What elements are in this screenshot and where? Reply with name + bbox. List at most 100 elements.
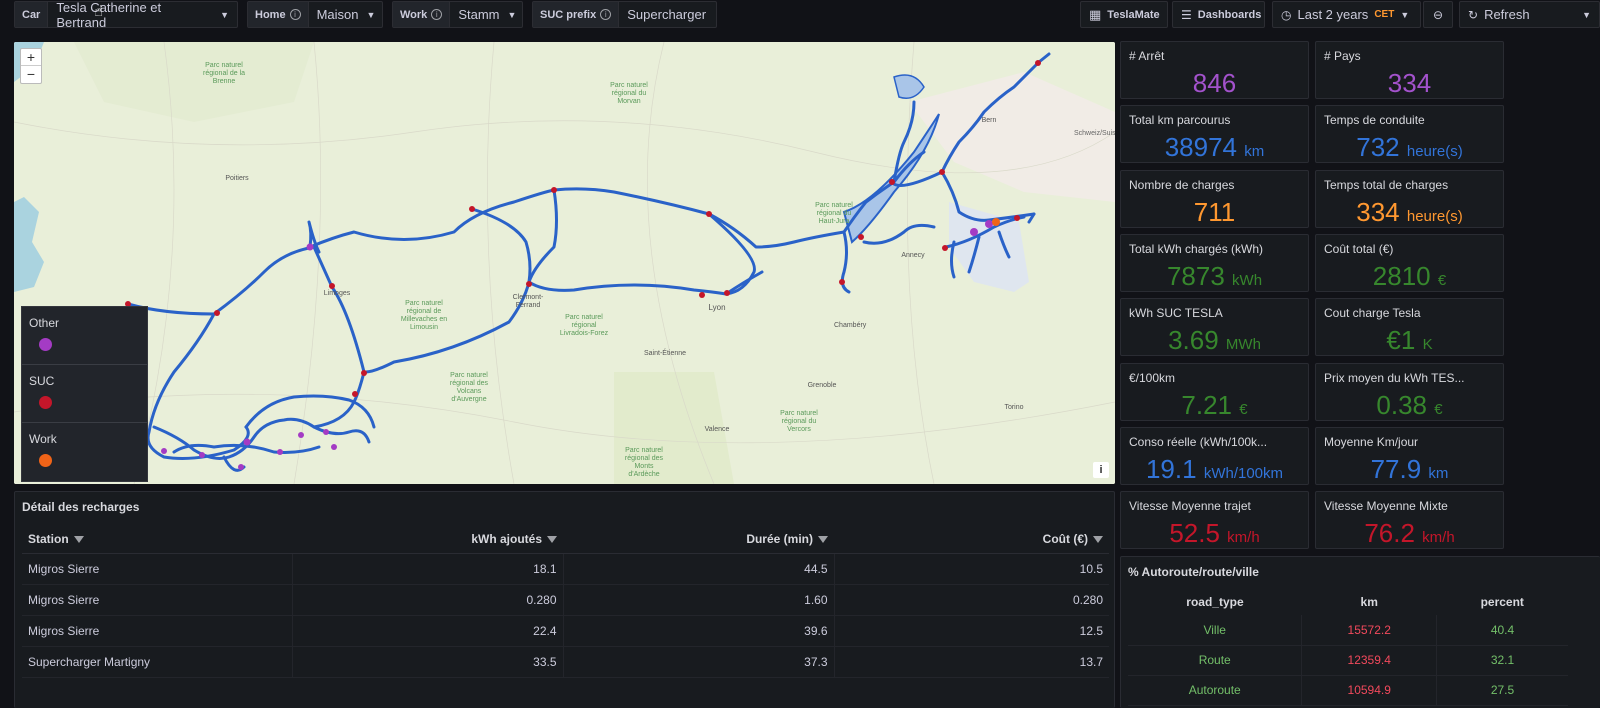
legend-dot bbox=[39, 454, 52, 467]
suc-prefix-variable[interactable]: SUC prefix i Supercharger bbox=[532, 1, 717, 28]
map-label: Parc naturel régional du Morvan bbox=[610, 82, 648, 105]
map-label: Valence bbox=[704, 426, 730, 433]
column-label: Coût (€) bbox=[1042, 531, 1088, 546]
chevron-down-icon[interactable]: ▼ bbox=[220, 10, 229, 20]
car-variable[interactable]: Car Tesla Catherine et Bertrand ▼ bbox=[14, 0, 238, 30]
table-row[interactable]: Migros Sierre 18.1 44.5 10.5 bbox=[22, 553, 1109, 585]
home-label: Home bbox=[255, 8, 286, 21]
zoom-out-button[interactable]: − bbox=[21, 66, 41, 83]
stat-title: Moyenne Km/jour bbox=[1324, 434, 1419, 449]
car-select-value[interactable]: Tesla Catherine et Bertrand bbox=[56, 0, 212, 30]
stat-number: 846 bbox=[1192, 68, 1237, 98]
table-cell: Migros Sierre bbox=[22, 553, 292, 585]
car-label: Car bbox=[15, 2, 49, 27]
map-label: Poitiers bbox=[225, 175, 249, 182]
table-cell: 37.3 bbox=[562, 646, 834, 678]
stat-panel: Nombre de charges 711 bbox=[1120, 169, 1309, 228]
column-header-road-type[interactable]: road_type bbox=[1128, 589, 1302, 615]
refresh-button[interactable]: ↻ Refresh ▼ bbox=[1459, 1, 1600, 28]
work-select-value[interactable]: Stamm bbox=[458, 7, 499, 22]
filter-icon[interactable] bbox=[1093, 536, 1103, 544]
stat-value: 711 bbox=[1121, 197, 1308, 228]
info-icon[interactable]: i bbox=[289, 9, 301, 20]
stat-value: 7.21 € bbox=[1121, 390, 1308, 421]
filter-icon[interactable] bbox=[818, 536, 828, 544]
work-label: Work bbox=[400, 8, 428, 21]
work-variable[interactable]: Work i Stamm ▼ bbox=[392, 1, 523, 28]
stat-panel: €/100km 7.21 € bbox=[1120, 362, 1309, 421]
map-canvas[interactable] bbox=[14, 42, 1115, 484]
legend-label: SUC bbox=[29, 374, 55, 388]
suc-prefix-input[interactable]: Supercharger bbox=[627, 7, 706, 22]
column-header-cout[interactable]: Coût (€) bbox=[834, 525, 1109, 554]
filter-icon[interactable] bbox=[547, 536, 557, 544]
home-variable[interactable]: Home i Maison ▼ bbox=[247, 1, 383, 28]
info-icon[interactable]: i bbox=[431, 9, 443, 20]
table-row[interactable]: Migros Sierre 22.4 39.6 12.5 bbox=[22, 615, 1109, 647]
info-icon[interactable]: i bbox=[600, 9, 612, 20]
stat-number: 77.9 bbox=[1370, 453, 1422, 484]
zoom-out-time-button[interactable]: ⊖ bbox=[1423, 1, 1453, 28]
table-row[interactable]: Autoroute 10594.9 27.5 bbox=[1128, 675, 1568, 706]
table-row[interactable]: Ville 15572.2 40.4 bbox=[1128, 615, 1568, 646]
table-cell: 12359.4 bbox=[1301, 645, 1437, 676]
stat-number: 7.21 bbox=[1181, 389, 1233, 420]
legend-dot bbox=[39, 396, 52, 409]
recharges-table: Station kWh ajoutés Durée (min) Coût (€)… bbox=[22, 525, 1109, 678]
map-label: Saint-Étienne bbox=[643, 350, 687, 357]
teslamate-button[interactable]: ▦ TeslaMate bbox=[1080, 1, 1168, 28]
column-header-percent[interactable]: percent bbox=[1437, 589, 1568, 615]
stat-unit: heure(s) bbox=[1406, 207, 1463, 225]
stat-unit: km bbox=[1428, 464, 1449, 482]
map-label: Grenoble bbox=[807, 382, 837, 389]
table-row[interactable]: Supercharger Martigny 33.5 37.3 13.7 bbox=[22, 646, 1109, 678]
stat-panel: Temps total de charges 334 heure(s) bbox=[1315, 169, 1504, 228]
table-cell: 0.280 bbox=[291, 584, 563, 616]
stat-value: 3.69 MWh bbox=[1121, 325, 1308, 356]
map-panel[interactable]: Parc naturel régional de la Brenne Parc … bbox=[14, 42, 1115, 484]
stat-number: 7873 bbox=[1166, 260, 1225, 291]
stat-value: 7873 kWh bbox=[1121, 261, 1308, 292]
stat-value: €1 K bbox=[1316, 325, 1503, 356]
stat-panel: Moyenne Km/jour 77.9 km bbox=[1315, 426, 1504, 485]
table-cell: 13.7 bbox=[833, 646, 1109, 678]
home-select-value[interactable]: Maison bbox=[317, 7, 359, 22]
stat-panel: kWh SUC TESLA 3.69 MWh bbox=[1120, 298, 1309, 357]
column-header-duree[interactable]: Durée (min) bbox=[563, 525, 834, 554]
chevron-down-icon[interactable]: ▼ bbox=[1582, 10, 1591, 20]
dashboards-button[interactable]: ☰ Dashboards bbox=[1172, 1, 1265, 28]
table-cell: Migros Sierre bbox=[22, 615, 292, 647]
map-attribution-button[interactable]: i bbox=[1093, 462, 1109, 478]
stat-panel: Temps de conduite 732 heure(s) bbox=[1315, 105, 1504, 164]
table-row[interactable]: Route 12359.4 32.1 bbox=[1128, 645, 1568, 676]
chevron-down-icon[interactable]: ▼ bbox=[366, 10, 375, 20]
table-row[interactable]: Migros Sierre 0.280 1.60 0.280 bbox=[22, 584, 1109, 616]
time-range-picker[interactable]: ◷ Last 2 years CET ▼ bbox=[1272, 1, 1421, 28]
filter-icon[interactable] bbox=[73, 536, 84, 544]
panel-title: Détail des recharges bbox=[22, 500, 140, 514]
map-label: Schweiz/Suisse/Svizzera bbox=[1074, 130, 1115, 137]
map-label: Annecy bbox=[901, 252, 925, 259]
legend-dot bbox=[39, 338, 52, 351]
column-header-km[interactable]: km bbox=[1302, 589, 1437, 615]
column-header-kwh[interactable]: kWh ajoutés bbox=[292, 525, 563, 554]
stat-panel: Total km parcourus 38974 km bbox=[1120, 105, 1309, 164]
zoom-in-button[interactable]: + bbox=[21, 49, 41, 66]
time-range-label: Last 2 years bbox=[1297, 7, 1369, 22]
stat-number: €1 bbox=[1386, 325, 1416, 356]
table-cell: Migros Sierre bbox=[22, 584, 292, 616]
dashboards-label: Dashboards bbox=[1197, 8, 1262, 21]
clock-icon: ◷ bbox=[1281, 7, 1292, 22]
stat-unit: kWh/100km bbox=[1203, 464, 1284, 482]
stat-value: 846 bbox=[1121, 68, 1308, 99]
stat-title: Cout charge Tesla bbox=[1324, 306, 1421, 321]
refresh-icon: ↻ bbox=[1468, 7, 1479, 22]
chevron-down-icon[interactable]: ▼ bbox=[507, 10, 516, 20]
column-header-station[interactable]: Station bbox=[22, 525, 292, 554]
map-label: Torino bbox=[1004, 404, 1024, 411]
table-cell: 39.6 bbox=[562, 615, 834, 647]
stat-panel: Vitesse Moyenne Mixte 76.2 km/h bbox=[1315, 491, 1504, 550]
stat-title: Vitesse Moyenne trajet bbox=[1129, 499, 1251, 514]
table-cell: 10.5 bbox=[833, 553, 1109, 585]
table-cell: 15572.2 bbox=[1301, 615, 1437, 646]
